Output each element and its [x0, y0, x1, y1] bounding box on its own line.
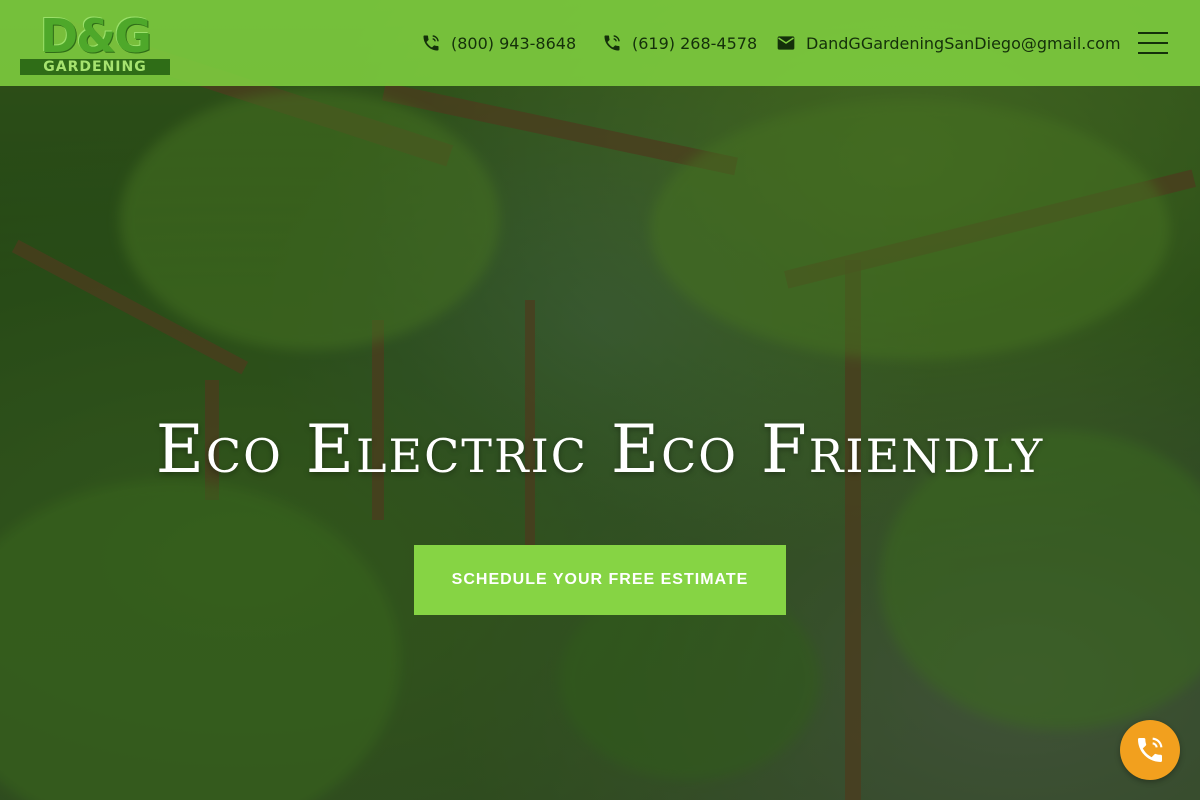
phone-call-icon: [1138, 737, 1163, 762]
envelope-icon: [776, 33, 796, 53]
brand-logo[interactable]: D&G GARDENING: [20, 12, 170, 76]
call-button[interactable]: [1120, 720, 1180, 780]
email-link[interactable]: DandGGardeningSanDiego@gmail.com: [776, 32, 1121, 54]
schedule-estimate-button[interactable]: SCHEDULE YOUR FREE ESTIMATE: [414, 545, 786, 615]
phone-icon: [421, 33, 441, 53]
hero-headline: Eco Electric Eco Friendly: [155, 411, 1045, 488]
email-text: DandGGardeningSanDiego@gmail.com: [806, 33, 1121, 53]
phone-1-text: (800) 943-8648: [451, 33, 577, 53]
phone-link-1[interactable]: (800) 943-8648: [421, 32, 576, 54]
phone-2-text: (619) 268-4578: [632, 33, 758, 53]
logo-subtitle: GARDENING: [20, 59, 170, 75]
hamburger-menu-icon[interactable]: [1138, 30, 1170, 56]
phone-link-2[interactable]: (619) 268-4578: [602, 32, 757, 54]
phone-icon: [602, 33, 622, 53]
site-header: D&G GARDENING (800) 943-8648 (619) 268-4…: [0, 0, 1200, 86]
hero-background: [0, 0, 1200, 800]
logo-wordmark: D&G: [39, 9, 152, 63]
